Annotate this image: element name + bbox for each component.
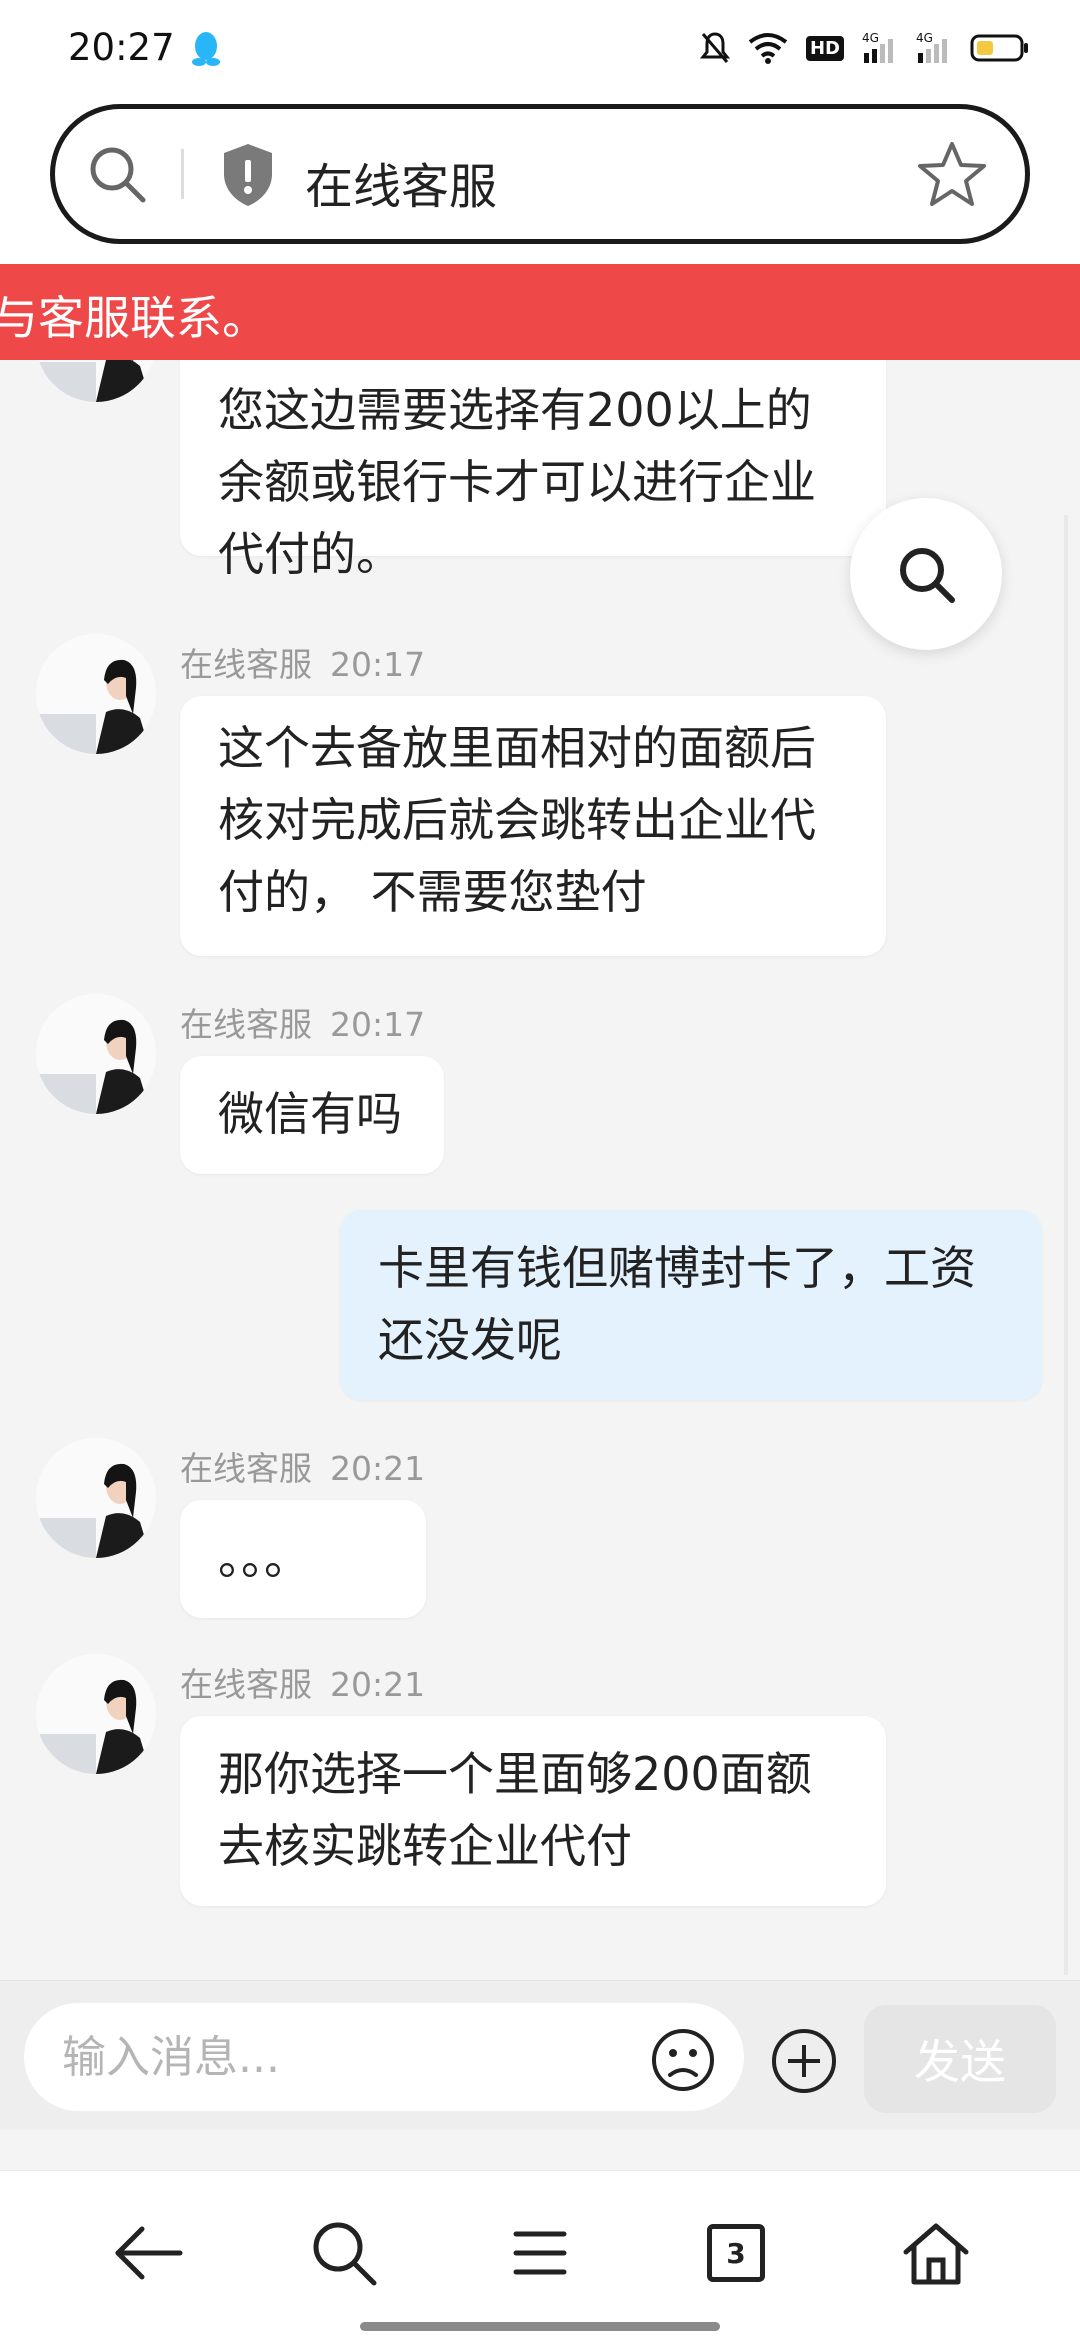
message-time: 20:21 (330, 1449, 426, 1488)
browser-bottom-nav: 3 (0, 2170, 1080, 2340)
sender-name: 在线客服 (180, 1665, 312, 1704)
chat-page: 20:27 HD 4G 4G 在线客服 与客服联系。 您这边需要选择有200以上… (0, 0, 1080, 2340)
message-line: 那你选择一个里面够200面额 (218, 1747, 812, 1801)
mute-bell-icon (699, 32, 730, 63)
browser-toolbar: 在线客服 (0, 100, 1080, 265)
message-line: 去核实跳转企业代付 (218, 1819, 632, 1873)
battery-icon (970, 34, 1028, 62)
message-line: 代付的。 (218, 527, 402, 581)
floating-search-button[interactable] (850, 498, 1002, 650)
message-bubble: 那你选择一个里面够200面额 去核实跳转企业代付 (180, 1716, 886, 1906)
search-icon (900, 548, 955, 603)
svg-text:4G: 4G (916, 31, 933, 45)
agent-avatar (36, 1438, 156, 1558)
agent-avatar (36, 634, 156, 754)
agent-avatar (36, 1654, 156, 1774)
search-icon (313, 2222, 377, 2286)
shield-icon[interactable] (220, 142, 276, 208)
message-bubble: 这个去备放里面相对的面额后 核对完成后就会跳转出企业代 付的， 不需要您垫付 (180, 696, 886, 956)
search-nav-button[interactable] (304, 2213, 384, 2293)
message-line: 余额或银行卡才可以进行企业 (218, 455, 816, 509)
notice-text: 与客服联系。 (0, 291, 268, 345)
tab-count: 3 (707, 2224, 765, 2282)
message-line: 这个去备放里面相对的面额后 (218, 721, 816, 775)
notice-banner: 与客服联系。 (0, 264, 1080, 360)
divider (181, 149, 184, 199)
scrollbar[interactable] (1064, 515, 1068, 1975)
message-time: 20:17 (330, 1005, 426, 1044)
wifi-icon (748, 33, 788, 64)
emoji-icon[interactable] (650, 2027, 716, 2093)
message-line: 微信有吗 (218, 1087, 402, 1141)
back-button[interactable] (108, 2213, 188, 2293)
menu-icon (513, 2231, 567, 2275)
page-title: 在线客服 (305, 159, 498, 215)
tabs-button[interactable]: 3 (696, 2213, 776, 2293)
message-bubble: 您这边需要选择有200以上的 余额或银行卡才可以进行企业 代付的。 (180, 360, 886, 581)
menu-button[interactable] (500, 2213, 580, 2293)
user-message-bubble: 卡里有钱但赌博封卡了，工资 还没发呢 (340, 1210, 1042, 1400)
home-indicator[interactable] (360, 2322, 720, 2331)
status-icons: HD 4G 4G (699, 28, 1030, 68)
message-time: 20:17 (330, 645, 426, 684)
sender-name: 在线客服 (180, 1449, 312, 1488)
message-meta: 在线客服 20:21 (180, 1658, 425, 1706)
message-bubble: 微信有吗 (180, 1056, 444, 1174)
sender-name: 在线客服 (180, 1005, 312, 1044)
message-line: 您这边需要选择有200以上的 (218, 383, 812, 437)
signal-icon-2: 4G (916, 31, 947, 63)
message-line: 卡里有钱但赌博封卡了，工资 (378, 1241, 976, 1295)
back-arrow-icon (115, 2226, 183, 2280)
message-composer: 发送 (0, 1980, 1080, 2130)
search-icon[interactable] (85, 142, 149, 206)
star-icon[interactable] (917, 139, 987, 209)
message-input[interactable] (24, 2003, 744, 2111)
chat-messages[interactable]: 您这边需要选择有200以上的 余额或银行卡才可以进行企业 代付的。 在线客服 20… (0, 360, 1080, 1980)
message-line: 还没发呢 (378, 1313, 562, 1367)
svg-text:4G: 4G (862, 31, 879, 45)
address-bar[interactable]: 在线客服 (50, 104, 1030, 244)
signal-icon: 4G (862, 31, 893, 63)
agent-avatar (36, 994, 156, 1114)
status-bar: 20:27 HD 4G 4G (0, 0, 1080, 100)
qq-penguin-icon (192, 32, 220, 66)
agent-avatar (36, 360, 156, 402)
message-line: 核对完成后就会跳转出企业代 (218, 793, 816, 847)
message-line: 。。。 (218, 1531, 310, 1585)
message-meta: 在线客服 20:17 (180, 638, 425, 686)
plus-icon[interactable] (770, 2027, 838, 2095)
status-time: 20:27 (68, 26, 175, 69)
home-button[interactable] (896, 2213, 976, 2293)
message-bubble: 。。。 (180, 1500, 426, 1618)
send-button[interactable]: 发送 (864, 2005, 1056, 2113)
message-line: 付的， 不需要您垫付 (218, 865, 647, 919)
message-meta: 在线客服 20:17 (180, 998, 425, 1046)
message-meta: 在线客服 20:21 (180, 1442, 425, 1490)
message-time: 20:21 (330, 1665, 426, 1704)
hd-badge: HD (805, 35, 844, 61)
sender-name: 在线客服 (180, 645, 312, 684)
home-icon (903, 2223, 969, 2285)
